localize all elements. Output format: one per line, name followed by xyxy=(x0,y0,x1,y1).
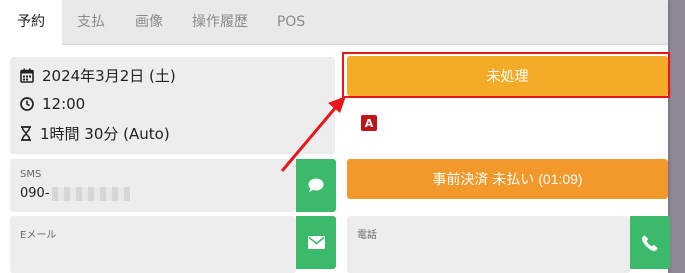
hourglass-icon xyxy=(21,125,31,141)
tab-pos[interactable]: POS xyxy=(262,0,320,44)
booking-info: 2024年3月2日 (土) 12:00 1時間 30分 (Auto) xyxy=(10,57,335,154)
status-unprocessed-button[interactable]: 未処理 xyxy=(347,56,668,96)
prepayment-unpaid-button[interactable]: 事前決済 未払い (01:09) xyxy=(347,159,668,199)
booking-time-row: 12:00 xyxy=(20,94,85,114)
tab-bar: 予約 支払 画像 操作履歴 POS xyxy=(0,0,668,46)
phone-icon xyxy=(642,235,658,251)
redacted-phone-number xyxy=(51,186,130,201)
booking-duration-row: 1時間 30分 (Auto) xyxy=(20,123,170,143)
call-phone-button[interactable] xyxy=(630,216,670,269)
phone-label: 電話 xyxy=(357,230,377,241)
tab-images[interactable]: 画像 xyxy=(120,0,178,44)
booking-duration: 1時間 30分 (Auto) xyxy=(40,124,170,143)
phone-field: 電話 xyxy=(347,216,630,273)
clock-icon xyxy=(20,97,34,111)
annotation-marker-a: A xyxy=(361,115,377,131)
calendar-icon xyxy=(20,68,34,83)
sms-label: SMS xyxy=(20,169,42,180)
send-email-button[interactable] xyxy=(296,216,336,269)
sms-value: 090- xyxy=(20,186,130,201)
booking-date-row: 2024年3月2日 (土) xyxy=(20,65,176,85)
email-field: Eメール xyxy=(10,216,296,273)
send-sms-button[interactable] xyxy=(296,159,336,212)
booking-time: 12:00 xyxy=(42,95,86,113)
mail-icon xyxy=(307,236,325,249)
tab-history[interactable]: 操作履歴 xyxy=(178,0,262,44)
booking-date: 2024年3月2日 (土) xyxy=(42,66,176,85)
sms-field: SMS 090- xyxy=(10,159,296,212)
tab-reservation[interactable]: 予約 xyxy=(0,0,62,46)
tab-payment[interactable]: 支払 xyxy=(62,0,120,44)
email-label: Eメール xyxy=(20,230,57,241)
chat-bubble-icon xyxy=(308,178,324,192)
booking-detail-panel: 予約 支払 画像 操作履歴 POS 2024年3月2日 (土) 12:00 1時… xyxy=(0,0,670,273)
background-page-right xyxy=(668,0,685,273)
sms-number-prefix: 090- xyxy=(20,186,50,201)
